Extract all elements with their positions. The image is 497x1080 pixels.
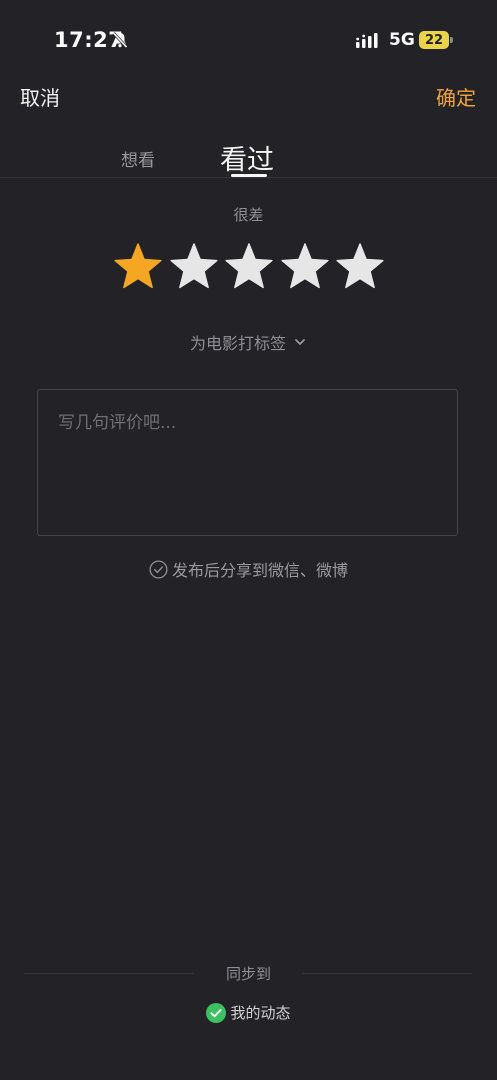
checkbox-circle-icon[interactable] (149, 559, 168, 579)
share-toggle[interactable]: 发布后分享到微信、微博 (0, 557, 497, 581)
star-1-icon[interactable] (113, 242, 163, 292)
sync-title: 同步到 (225, 965, 271, 983)
tag-movie-label: 为电影打标签 (189, 334, 286, 353)
tab-watched[interactable]: 看过 (220, 138, 274, 177)
tag-movie-button[interactable]: 为电影打标签 (0, 330, 497, 354)
tab-want-to-watch[interactable]: 想看 (121, 146, 155, 171)
rating-description: 很差 (233, 206, 264, 224)
review-box (37, 389, 458, 536)
signal-icon (356, 33, 378, 48)
star-rating[interactable] (113, 242, 385, 296)
star-5-icon[interactable] (335, 242, 385, 292)
sync-my-feed[interactable]: 我的动态 (0, 1002, 497, 1023)
review-input[interactable] (38, 390, 457, 535)
network-type: 5G (389, 30, 415, 50)
star-3-icon[interactable] (224, 242, 274, 292)
star-4-icon[interactable] (280, 242, 330, 292)
confirm-button[interactable]: 确定 (436, 82, 476, 111)
chevron-down-icon (295, 339, 305, 345)
star-2-icon[interactable] (169, 242, 219, 292)
share-label: 发布后分享到微信、微博 (171, 561, 348, 580)
bell-muted-icon (112, 31, 128, 49)
battery-icon: 22 (419, 31, 453, 49)
check-circle-icon[interactable] (206, 1002, 227, 1023)
sync-item-label: 我的动态 (230, 1004, 291, 1022)
cancel-button[interactable]: 取消 (20, 82, 60, 111)
battery-level: 22 (419, 31, 449, 49)
tabs-divider (0, 177, 497, 178)
